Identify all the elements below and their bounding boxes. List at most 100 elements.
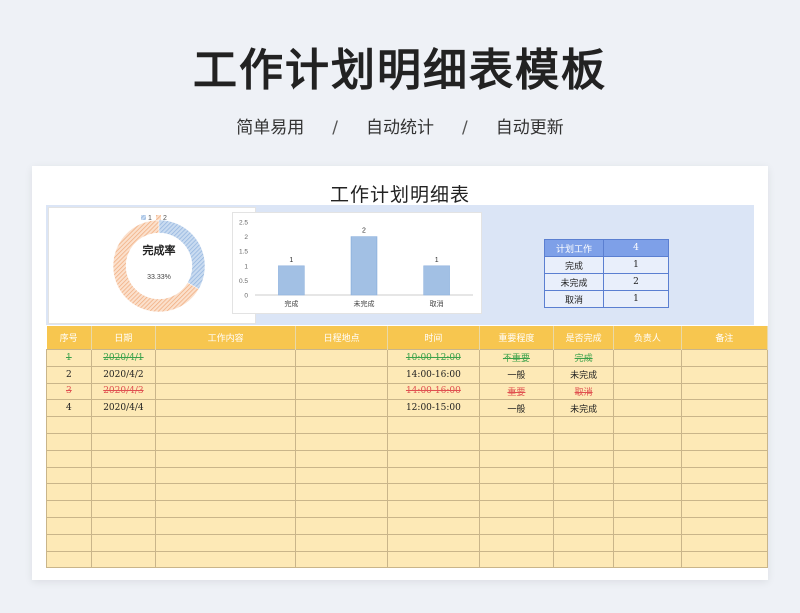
- table-cell[interactable]: [155, 516, 297, 535]
- table-cell[interactable]: [46, 416, 92, 434]
- table-cell[interactable]: [680, 399, 768, 418]
- table-cell[interactable]: [478, 449, 555, 468]
- table-cell[interactable]: [680, 382, 768, 401]
- table-cell[interactable]: [613, 550, 682, 569]
- table-cell[interactable]: [553, 449, 615, 468]
- table-cell[interactable]: [46, 550, 92, 569]
- table-cell[interactable]: [155, 533, 297, 552]
- table-cell[interactable]: [553, 500, 615, 518]
- table-cell[interactable]: [613, 399, 682, 418]
- table-cell[interactable]: [155, 416, 297, 434]
- table-cell[interactable]: [680, 416, 768, 434]
- table-cell[interactable]: [155, 550, 297, 569]
- column-header[interactable]: 工作内容: [155, 326, 297, 350]
- table-cell[interactable]: 10:00-12:00: [387, 349, 480, 367]
- table-cell[interactable]: [295, 533, 389, 552]
- table-cell[interactable]: [478, 533, 555, 552]
- table-cell[interactable]: 未完成: [553, 399, 615, 418]
- table-cell[interactable]: 不重要: [478, 349, 555, 367]
- table-cell[interactable]: [295, 483, 389, 502]
- table-cell[interactable]: [613, 349, 682, 367]
- table-cell[interactable]: 4: [46, 399, 92, 418]
- table-cell[interactable]: [295, 365, 389, 384]
- table-cell[interactable]: [613, 416, 682, 434]
- column-header[interactable]: 时间: [387, 326, 480, 350]
- table-cell[interactable]: [295, 466, 389, 485]
- table-cell[interactable]: [680, 449, 768, 468]
- table-cell[interactable]: [613, 466, 682, 485]
- table-cell[interactable]: [478, 483, 555, 502]
- column-header[interactable]: 日期: [91, 326, 157, 350]
- table-cell[interactable]: [46, 516, 92, 535]
- column-header[interactable]: 备注: [681, 326, 768, 350]
- table-cell[interactable]: [90, 449, 157, 468]
- table-cell[interactable]: [155, 500, 297, 518]
- table-cell[interactable]: [90, 432, 157, 451]
- table-cell[interactable]: 2020/4/4: [90, 399, 157, 418]
- table-cell[interactable]: [553, 516, 615, 535]
- table-cell[interactable]: [680, 516, 768, 535]
- table-cell[interactable]: [553, 483, 615, 502]
- table-cell[interactable]: [46, 483, 92, 502]
- table-cell[interactable]: [680, 500, 768, 518]
- table-cell[interactable]: [613, 483, 682, 502]
- table-cell[interactable]: [613, 449, 682, 468]
- table-cell[interactable]: 重要: [478, 382, 555, 401]
- table-cell[interactable]: [387, 483, 480, 502]
- table-cell[interactable]: [155, 432, 297, 451]
- table-cell[interactable]: [155, 449, 297, 468]
- table-cell[interactable]: [553, 533, 615, 552]
- table-cell[interactable]: 14:00-16:00: [387, 365, 480, 384]
- table-cell[interactable]: [680, 349, 768, 367]
- table-cell[interactable]: [155, 466, 297, 485]
- table-cell[interactable]: [46, 533, 92, 552]
- table-cell[interactable]: 2020/4/2: [90, 365, 157, 384]
- table-cell[interactable]: 一般: [478, 365, 555, 384]
- table-cell[interactable]: [295, 449, 389, 468]
- table-cell[interactable]: [295, 349, 389, 367]
- table-cell[interactable]: [90, 500, 157, 518]
- table-cell[interactable]: [90, 550, 157, 569]
- table-cell[interactable]: [613, 365, 682, 384]
- table-cell[interactable]: [478, 466, 555, 485]
- table-cell[interactable]: [295, 399, 389, 418]
- table-cell[interactable]: [295, 416, 389, 434]
- table-cell[interactable]: [478, 550, 555, 569]
- table-cell[interactable]: [478, 416, 555, 434]
- table-cell[interactable]: [387, 466, 480, 485]
- table-cell[interactable]: 取消: [553, 382, 615, 401]
- table-cell[interactable]: [295, 550, 389, 569]
- table-cell[interactable]: [90, 533, 157, 552]
- table-cell[interactable]: [155, 483, 297, 502]
- table-cell[interactable]: [387, 432, 480, 451]
- table-cell[interactable]: 1: [46, 349, 92, 367]
- table-cell[interactable]: 12:00-15:00: [387, 399, 480, 418]
- table-cell[interactable]: [680, 533, 768, 552]
- table-cell[interactable]: 2020/4/3: [90, 382, 157, 401]
- table-cell[interactable]: [46, 449, 92, 468]
- table-cell[interactable]: 2: [46, 365, 92, 384]
- table-cell[interactable]: [387, 416, 480, 434]
- table-cell[interactable]: [680, 466, 768, 485]
- table-cell[interactable]: [680, 365, 768, 384]
- table-cell[interactable]: 完成: [553, 349, 615, 367]
- table-cell[interactable]: [155, 399, 297, 418]
- table-cell[interactable]: [613, 533, 682, 552]
- column-header[interactable]: 日程地点: [295, 326, 389, 350]
- table-cell[interactable]: 2020/4/1: [90, 349, 157, 367]
- table-cell[interactable]: [553, 550, 615, 569]
- table-cell[interactable]: 未完成: [553, 365, 615, 384]
- table-cell[interactable]: [155, 382, 297, 401]
- table-cell[interactable]: [387, 550, 480, 569]
- table-cell[interactable]: [553, 466, 615, 485]
- table-cell[interactable]: [46, 500, 92, 518]
- table-cell[interactable]: [553, 432, 615, 451]
- table-cell[interactable]: [46, 432, 92, 451]
- table-cell[interactable]: 14:00-16:00: [387, 382, 480, 401]
- table-cell[interactable]: [613, 516, 682, 535]
- table-cell[interactable]: [90, 483, 157, 502]
- table-cell[interactable]: [295, 516, 389, 535]
- column-header[interactable]: 序号: [46, 326, 92, 350]
- table-cell[interactable]: [478, 516, 555, 535]
- table-cell[interactable]: [680, 432, 768, 451]
